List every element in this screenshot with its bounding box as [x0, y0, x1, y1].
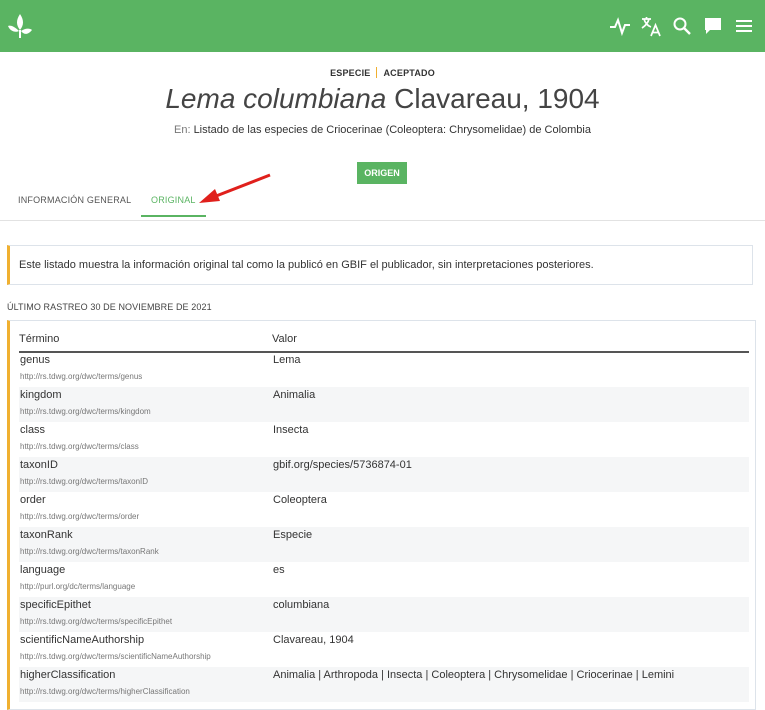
term-uri[interactable]: http://rs.tdwg.org/dwc/terms/genus	[20, 372, 142, 381]
table-body: genus http://rs.tdwg.org/dwc/terms/genus…	[19, 352, 749, 702]
original-data-notice: Este listado muestra la información orig…	[7, 245, 753, 285]
term-value: Especie	[273, 529, 313, 541]
table-row: language http://purl.org/dc/terms/langua…	[19, 562, 749, 597]
term-name: taxonID	[20, 459, 58, 471]
menu-icon[interactable]	[732, 14, 756, 38]
column-header-term: Término	[19, 333, 60, 345]
term-uri[interactable]: http://purl.org/dc/terms/language	[20, 582, 135, 591]
table-row: kingdom http://rs.tdwg.org/dwc/terms/kin…	[19, 387, 749, 422]
gbif-leaf-icon[interactable]	[6, 12, 34, 40]
term-value: columbiana	[273, 599, 330, 611]
dataset-link[interactable]: Listado de las especies de Criocerinae (…	[194, 124, 591, 136]
page-title: Lema columbiana Clavareau, 1904	[0, 83, 765, 115]
table-row: higherClassification http://rs.tdwg.org/…	[19, 667, 749, 702]
term-value: Clavareau, 1904	[273, 634, 354, 646]
dataset-prefix: En:	[173, 124, 191, 136]
term-name: class	[20, 424, 46, 436]
taxon-meta: ESPECIE ACEPTADO	[0, 67, 765, 78]
term-uri[interactable]: http://rs.tdwg.org/dwc/terms/taxonRank	[20, 547, 159, 556]
origin-button[interactable]: ORIGEN	[357, 162, 407, 184]
term-uri[interactable]: http://rs.tdwg.org/dwc/terms/scientificN…	[20, 652, 211, 661]
meta-separator	[376, 67, 378, 78]
term-name: taxonRank	[20, 529, 73, 541]
term-uri[interactable]: http://rs.tdwg.org/dwc/terms/class	[20, 442, 139, 451]
term-value: es	[273, 564, 285, 576]
original-terms-table: Término Valor genus http://rs.tdwg.org/d…	[7, 320, 756, 710]
feedback-icon[interactable]	[701, 14, 725, 38]
term-name: kingdom	[20, 389, 62, 401]
term-value[interactable]: gbif.org/species/5736874-01	[273, 459, 412, 471]
tab-general-info[interactable]: INFORMACIÓN GENERAL	[18, 195, 131, 215]
term-uri[interactable]: http://rs.tdwg.org/dwc/terms/taxonID	[20, 477, 148, 486]
table-row: specificEpithet http://rs.tdwg.org/dwc/t…	[19, 597, 749, 632]
term-name: language	[20, 564, 66, 576]
tab-original[interactable]: ORIGINAL	[141, 195, 206, 217]
authorship: Clavareau, 1904	[386, 83, 600, 114]
rank-label: ESPECIE	[330, 68, 371, 78]
term-uri[interactable]: http://rs.tdwg.org/dwc/terms/specificEpi…	[20, 617, 172, 626]
term-name: order	[20, 494, 46, 506]
table-row: taxonID http://rs.tdwg.org/dwc/terms/tax…	[19, 457, 749, 492]
term-uri[interactable]: http://rs.tdwg.org/dwc/terms/kingdom	[20, 407, 151, 416]
term-name: genus	[20, 354, 50, 366]
column-header-value: Valor	[272, 333, 297, 345]
pulse-icon[interactable]	[608, 14, 632, 38]
top-navigation-bar	[0, 0, 765, 52]
status-label: ACEPTADO	[383, 68, 435, 78]
term-value: Animalia | Arthropoda | Insecta | Coleop…	[273, 669, 675, 681]
translate-icon[interactable]	[639, 14, 663, 38]
term-uri[interactable]: http://rs.tdwg.org/dwc/terms/higherClass…	[20, 687, 190, 696]
table-header: Término Valor	[19, 331, 749, 353]
last-crawl-info: ÚLTIMO RASTREO 30 DE NOVIEMBRE DE 2021	[7, 302, 212, 312]
term-value: Animalia	[273, 389, 316, 401]
table-row: order http://rs.tdwg.org/dwc/terms/order…	[19, 492, 749, 527]
dataset-line: En: Listado de las especies de Criocerin…	[0, 124, 765, 136]
species-header: ESPECIE ACEPTADO Lema columbiana Clavarea…	[0, 52, 765, 221]
term-uri[interactable]: http://rs.tdwg.org/dwc/terms/order	[20, 512, 139, 521]
table-row: taxonRank http://rs.tdwg.org/dwc/terms/t…	[19, 527, 749, 562]
term-name: higherClassification	[20, 669, 116, 681]
term-value: Insecta	[273, 424, 309, 436]
term-name: scientificNameAuthorship	[20, 634, 145, 646]
table-row: genus http://rs.tdwg.org/dwc/terms/genus…	[19, 352, 749, 387]
term-value: Coleoptera	[273, 494, 327, 506]
table-row: scientificNameAuthorship http://rs.tdwg.…	[19, 632, 749, 667]
table-row: class http://rs.tdwg.org/dwc/terms/class…	[19, 422, 749, 457]
term-name: specificEpithet	[20, 599, 91, 611]
term-value: Lema	[273, 354, 301, 366]
search-icon[interactable]	[670, 14, 694, 38]
scientific-name: Lema columbiana	[165, 83, 387, 114]
